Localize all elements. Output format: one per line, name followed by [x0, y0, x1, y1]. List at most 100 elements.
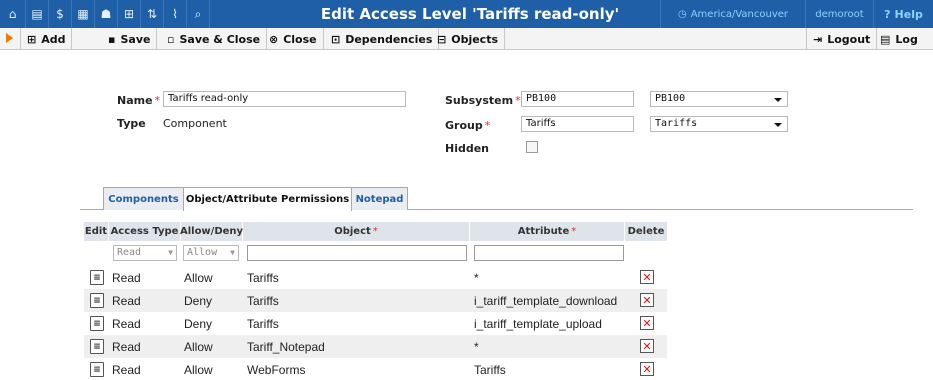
dependencies-button[interactable]: ⊡ Dependencies — [325, 28, 440, 50]
attribute-cell: i_tariff_template_download — [474, 293, 618, 308]
clock-icon: ◷ — [677, 8, 687, 20]
access-type-filter[interactable]: Read ▼ — [113, 245, 177, 261]
edit-icon[interactable]: ≡ — [90, 293, 104, 308]
help-icon: ? — [884, 7, 891, 21]
table-row: ≡ Read Allow Tariff_Notepad * ✕ — [84, 335, 667, 358]
object-cell: Tariff_Notepad — [247, 339, 325, 354]
subsystem-select[interactable]: PB100 — [650, 91, 788, 107]
allow-deny-cell: Allow — [184, 339, 213, 354]
attribute-cell: Tariffs — [474, 362, 506, 377]
user-link[interactable]: demoroot — [806, 0, 874, 28]
log-icon: ▤ — [880, 32, 891, 46]
logout-button[interactable]: ⇥ Logout — [806, 28, 878, 50]
nav-icons: ⌂ ▤ $ ▦ ☗ ⊞ ⇅ ⌇ ⌕ — [0, 0, 210, 28]
help-button[interactable]: ? Help — [874, 0, 933, 28]
objects-icon: ⊟ — [437, 32, 447, 46]
dollar-icon[interactable]: $ — [49, 0, 72, 28]
delete-icon[interactable]: ✕ — [640, 339, 654, 353]
hidden-label: Hidden — [445, 142, 490, 155]
access-type-filter-value: Read — [117, 247, 142, 258]
search-icon[interactable]: ⌕ — [187, 0, 210, 28]
object-cell: Tariffs — [247, 270, 279, 285]
subsystem-field[interactable]: PB100 — [521, 91, 634, 107]
objects-label: Objects — [451, 32, 499, 46]
group-select[interactable]: Tariffs — [650, 116, 788, 132]
tab-components[interactable]: Components — [103, 187, 184, 210]
table-row: ≡ Read Allow Tariffs * ✕ — [84, 266, 667, 289]
close-label: Close — [283, 32, 317, 46]
header-attribute: Attribute * — [470, 222, 625, 241]
attribute-cell: * — [474, 339, 479, 354]
object-cell: WebForms — [247, 362, 306, 377]
chart-icon[interactable]: ⌇ — [164, 0, 187, 28]
chevron-down-icon: ▼ — [230, 248, 235, 257]
name-field[interactable]: Tariffs read-only — [163, 91, 406, 107]
delete-icon[interactable]: ✕ — [640, 293, 654, 307]
allow-deny-cell: Allow — [184, 362, 213, 377]
subsystem-label: Subsystem * — [445, 94, 521, 107]
header-edit: Edit — [84, 222, 109, 241]
delete-icon[interactable]: ✕ — [640, 270, 654, 284]
log-button[interactable]: ▤ Log — [874, 28, 924, 50]
save-label: Save — [120, 32, 151, 46]
attribute-cell: i_tariff_template_upload — [474, 316, 602, 331]
tab-notepad[interactable]: Notepad — [351, 187, 408, 210]
name-label: Name * — [117, 94, 161, 107]
save-icon: ▪ — [108, 32, 116, 46]
home-icon[interactable]: ⌂ — [0, 0, 26, 28]
chevron-down-icon — [774, 98, 782, 102]
play-icon — [6, 33, 13, 43]
delete-icon[interactable]: ✕ — [640, 316, 654, 330]
person-icon[interactable]: ☗ — [95, 0, 118, 28]
access-type-cell: Read — [112, 270, 141, 285]
allow-deny-filter-value: Allow — [187, 247, 218, 258]
dependencies-icon: ⊡ — [331, 32, 341, 46]
add-button[interactable]: ⊞ Add — [20, 28, 73, 50]
group-select-value: Tariffs — [655, 118, 698, 129]
chevron-down-icon: ▼ — [168, 248, 173, 257]
dependencies-label: Dependencies — [345, 32, 433, 46]
access-type-cell: Read — [112, 339, 141, 354]
hidden-checkbox[interactable] — [526, 141, 538, 153]
hierarchy-icon[interactable]: ⊞ — [118, 0, 141, 28]
chevron-down-icon — [774, 123, 782, 127]
edit-icon[interactable]: ≡ — [90, 316, 104, 331]
close-button[interactable]: ⊗ Close — [263, 28, 324, 50]
table-row: ≡ Read Deny Tariffs i_tariff_template_up… — [84, 312, 667, 335]
access-type-cell: Read — [112, 293, 141, 308]
type-label: Type — [117, 117, 146, 130]
group-field[interactable]: Tariffs — [521, 116, 634, 132]
object-filter-input[interactable] — [247, 245, 467, 261]
subsystem-select-value: PB100 — [655, 93, 686, 104]
save-button[interactable]: ▪ Save — [102, 28, 158, 50]
route-icon[interactable]: ⇅ — [141, 0, 164, 28]
allow-deny-cell: Allow — [184, 270, 213, 285]
timezone-link[interactable]: ◷ America/Vancouver — [660, 0, 806, 28]
header-object: Object * — [243, 222, 470, 241]
list-icon[interactable]: ▤ — [26, 0, 49, 28]
access-type-cell: Read — [112, 316, 141, 331]
header-delete: Delete — [625, 222, 667, 241]
timezone-label: America/Vancouver — [690, 8, 789, 20]
objects-button[interactable]: ⊟ Objects — [431, 28, 506, 50]
add-label: Add — [41, 32, 66, 46]
tab-object-attribute-permissions[interactable]: Object/Attribute Permissions — [183, 187, 352, 211]
toolbar: ⊞ Add ▪ Save ▫ Save & Close ⊗ Close ⊡ De… — [0, 28, 933, 50]
table-row: ≡ Read Deny Tariffs i_tariff_template_do… — [84, 289, 667, 312]
header-access-type: Access Type — [109, 222, 181, 241]
object-cell: Tariffs — [247, 293, 279, 308]
grid-icon[interactable]: ▦ — [72, 0, 95, 28]
save-close-button[interactable]: ▫ Save & Close — [161, 28, 268, 50]
delete-icon[interactable]: ✕ — [640, 362, 654, 376]
attribute-filter-input[interactable] — [474, 245, 624, 261]
type-value: Component — [163, 117, 227, 130]
close-icon: ⊗ — [269, 32, 279, 46]
edit-icon[interactable]: ≡ — [90, 362, 104, 377]
edit-icon[interactable]: ≡ — [90, 270, 104, 285]
access-type-cell: Read — [112, 362, 141, 377]
page-title: Edit Access Level 'Tariffs read-only' — [320, 5, 620, 23]
edit-icon[interactable]: ≡ — [90, 339, 104, 354]
allow-deny-cell: Deny — [184, 316, 213, 331]
allow-deny-filter[interactable]: Allow ▼ — [183, 245, 239, 261]
help-label: Help — [894, 7, 923, 21]
